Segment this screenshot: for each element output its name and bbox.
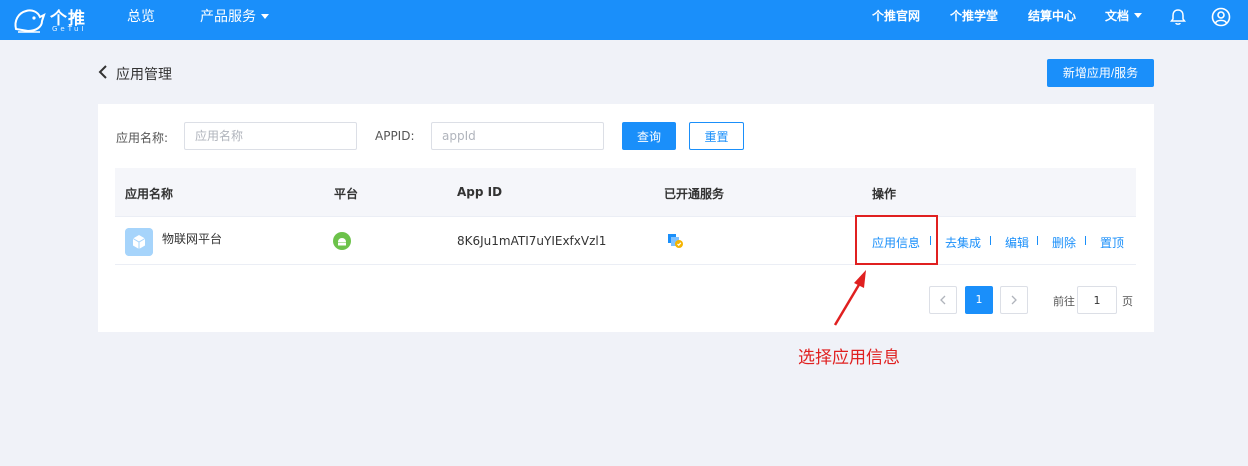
- chevron-right-icon: [1011, 295, 1017, 305]
- query-button[interactable]: 查询: [622, 122, 676, 150]
- appid-input[interactable]: [431, 122, 604, 150]
- chevron-down-icon: [261, 13, 269, 19]
- appid-label: APPID:: [375, 129, 415, 143]
- app-name-label: 应用名称:: [116, 131, 169, 145]
- action-pin-top[interactable]: 置顶: [1100, 234, 1124, 251]
- nav-docs-label: 文档: [1105, 9, 1130, 23]
- android-icon: [333, 232, 351, 250]
- nav-products[interactable]: 产品服务: [200, 0, 269, 40]
- nav-products-label: 产品服务: [200, 9, 256, 25]
- chevron-down-icon: [1134, 13, 1143, 18]
- nav-official-site[interactable]: 个推官网: [872, 0, 920, 40]
- page-number-current[interactable]: 1: [965, 286, 993, 314]
- chevron-left-icon: [940, 295, 946, 305]
- annotation-arrow-icon: [833, 270, 866, 326]
- nav-billing[interactable]: 结算中心: [1028, 0, 1076, 40]
- action-integrate[interactable]: 去集成: [945, 234, 981, 251]
- col-services: 已开通服务: [664, 187, 725, 201]
- app-name-input[interactable]: [184, 122, 357, 150]
- push-service-icon: [668, 234, 683, 248]
- col-app-id: App ID: [457, 185, 503, 199]
- app-list-card: 应用名称: APPID: 查询 重置 应用名称 平台 App ID 已开通服务 …: [98, 104, 1154, 332]
- separator: [1085, 236, 1086, 245]
- action-edit[interactable]: 编辑: [1005, 234, 1029, 251]
- goto-page-input[interactable]: [1077, 286, 1117, 314]
- nav-overview[interactable]: 总览: [127, 0, 155, 40]
- table-header: 应用名称 平台 App ID 已开通服务 操作: [115, 168, 1136, 217]
- getui-logo[interactable]: 个推 GeTuI: [12, 3, 86, 37]
- reset-button[interactable]: 重置: [689, 122, 744, 150]
- page-unit-label: 页: [1122, 295, 1133, 308]
- top-nav-bar: 个推 GeTuI 总览 产品服务 个推官网 个推学堂 结算中心 文档: [0, 0, 1248, 40]
- logo-subtext: GeTuI: [52, 25, 87, 33]
- col-app-name: 应用名称: [125, 187, 174, 201]
- app-id-value: 8K6Ju1mATI7uYIExfxVzl1: [457, 234, 607, 248]
- app-name: 物联网平台: [162, 232, 223, 246]
- col-platform: 平台: [334, 187, 359, 201]
- next-page-button[interactable]: [1000, 286, 1028, 314]
- action-delete[interactable]: 删除: [1052, 234, 1076, 251]
- page-title: 应用管理: [116, 67, 172, 83]
- user-avatar-icon[interactable]: [1210, 6, 1232, 28]
- table-row: 物联网平台 8K6Ju1mATI7uYIExfxVzl1 应用信息 去集成 编辑…: [115, 217, 1136, 265]
- separator: [1037, 236, 1038, 245]
- logo-icon: [14, 9, 46, 33]
- bell-icon[interactable]: [1167, 6, 1189, 28]
- nav-academy[interactable]: 个推学堂: [950, 0, 998, 40]
- add-app-service-button[interactable]: 新增应用/服务: [1047, 59, 1154, 87]
- back-arrow-icon[interactable]: [96, 62, 110, 82]
- nav-docs[interactable]: 文档: [1105, 0, 1143, 40]
- app-cube-icon: [125, 228, 153, 256]
- goto-label: 前往: [1053, 295, 1075, 308]
- annotation-note: 选择应用信息: [798, 348, 900, 368]
- annotation-highlight-box: [855, 215, 938, 265]
- separator: [990, 236, 991, 245]
- col-actions: 操作: [872, 187, 897, 201]
- prev-page-button[interactable]: [929, 286, 957, 314]
